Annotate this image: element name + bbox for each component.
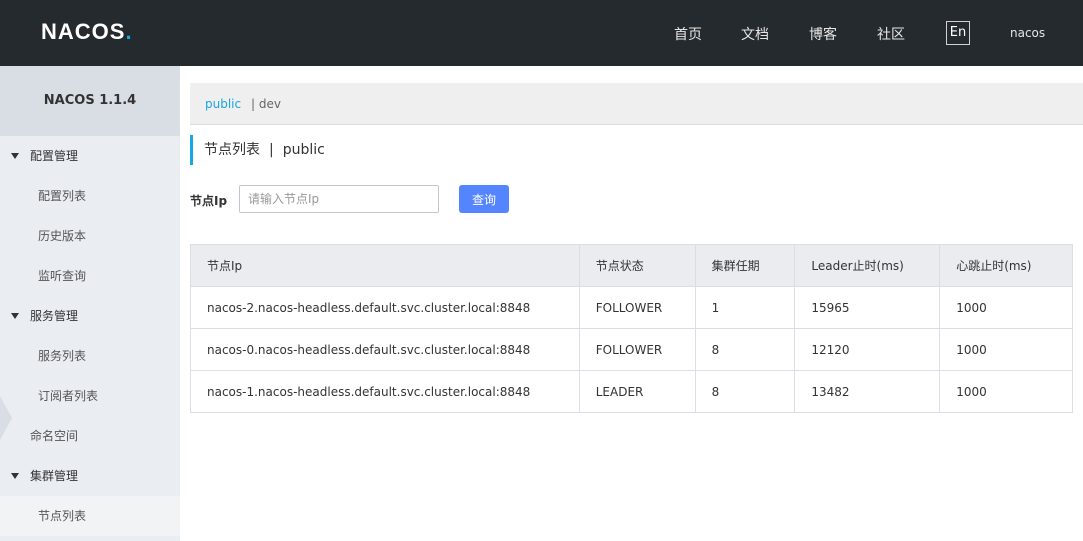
- sidebar-item-label: 命名空间: [30, 429, 79, 443]
- nav-blog[interactable]: 博客: [809, 24, 837, 44]
- node-ip-label: 节点Ip: [190, 194, 228, 208]
- cell-heartbeat-due: 1000: [939, 370, 1073, 413]
- column-header-leader-due: Leader止时(ms): [794, 244, 941, 287]
- cell-node-state: LEADER: [578, 370, 696, 413]
- page-title: 节点列表 | public: [190, 135, 334, 165]
- nav-community[interactable]: 社区: [877, 24, 905, 44]
- column-header-node-ip: 节点Ip: [190, 244, 580, 287]
- sidebar-item-label: 历史版本: [38, 229, 87, 243]
- cell-leader-due: 15965: [794, 286, 941, 329]
- sidebar-item-label: 订阅者列表: [38, 389, 99, 403]
- nav-home[interactable]: 首页: [674, 24, 702, 44]
- sidebar-item-label: 服务列表: [38, 349, 87, 363]
- page-title-namespace: public: [282, 142, 325, 158]
- sidebar-item-service-list[interactable]: 服务列表: [0, 336, 180, 376]
- table-row: nacos-2.nacos-headless.default.svc.clust…: [190, 286, 1073, 329]
- sidebar: NACOS 1.1.4 配置管理 配置列表 历史版本 监听查询 服务管理 服务列…: [0, 66, 180, 541]
- logo-dot: .: [125, 19, 133, 44]
- query-button[interactable]: 查询: [459, 185, 509, 213]
- nav-docs[interactable]: 文档: [741, 24, 769, 44]
- column-header-heartbeat-due: 心跳止时(ms): [939, 244, 1073, 287]
- top-navbar: NACOS. 首页 文档 博客 社区 En nacos: [0, 0, 1083, 66]
- sidebar-item-subscriber-list[interactable]: 订阅者列表: [0, 376, 180, 416]
- node-ip-search-input[interactable]: [239, 185, 439, 213]
- menu-group-label: 服务管理: [30, 309, 79, 323]
- sidebar-item-label: 监听查询: [38, 269, 87, 283]
- column-header-node-state: 节点状态: [578, 244, 696, 287]
- menu-group-config[interactable]: 配置管理: [0, 136, 180, 176]
- table-row: nacos-1.nacos-headless.default.svc.clust…: [190, 370, 1073, 413]
- sidebar-item-config-list[interactable]: 配置列表: [0, 176, 180, 216]
- namespace-bar: public | dev: [190, 83, 1083, 125]
- language-switch-button[interactable]: En: [946, 21, 970, 45]
- cell-heartbeat-due: 1000: [939, 286, 1073, 329]
- sidebar-item-node-list[interactable]: 节点列表: [0, 496, 180, 536]
- namespace-dev[interactable]: | dev: [251, 83, 281, 125]
- namespace-separator: |: [251, 97, 256, 111]
- menu-group-label: 集群管理: [30, 469, 79, 483]
- caret-down-icon: [11, 313, 19, 319]
- table-row: nacos-0.nacos-headless.default.svc.clust…: [190, 328, 1073, 371]
- nacos-logo[interactable]: NACOS.: [41, 19, 133, 45]
- column-header-cluster-term: 集群任期: [694, 244, 796, 287]
- caret-down-icon: [11, 153, 19, 159]
- cell-heartbeat-due: 1000: [939, 328, 1073, 371]
- page-title-text: 节点列表: [204, 142, 260, 158]
- namespace-dev-label: dev: [258, 97, 281, 111]
- cell-node-state: FOLLOWER: [578, 328, 696, 371]
- node-table: 节点Ip 节点状态 集群任期 Leader止时(ms) 心跳止时(ms) nac…: [190, 244, 1073, 413]
- cell-cluster-term: 8: [694, 370, 796, 413]
- menu-group-cluster[interactable]: 集群管理: [0, 456, 180, 496]
- sidebar-item-listen[interactable]: 监听查询: [0, 256, 180, 296]
- cell-leader-due: 12120: [794, 328, 941, 371]
- caret-down-icon: [11, 473, 19, 479]
- namespace-public[interactable]: public: [205, 83, 241, 125]
- cell-node-state: FOLLOWER: [578, 286, 696, 329]
- menu-group-label: 配置管理: [30, 149, 79, 163]
- sidebar-item-history[interactable]: 历史版本: [0, 216, 180, 256]
- cell-node-ip: nacos-2.nacos-headless.default.svc.clust…: [190, 286, 580, 329]
- sidebar-item-label: 配置列表: [38, 189, 87, 203]
- menu-group-service[interactable]: 服务管理: [0, 296, 180, 336]
- sidebar-item-namespace[interactable]: 命名空间: [0, 416, 180, 456]
- sidebar-title: NACOS 1.1.4: [0, 66, 180, 136]
- cell-leader-due: 13482: [794, 370, 941, 413]
- table-header-row: 节点Ip 节点状态 集群任期 Leader止时(ms) 心跳止时(ms): [190, 244, 1073, 287]
- cell-node-ip: nacos-1.nacos-headless.default.svc.clust…: [190, 370, 580, 413]
- page-title-separator: |: [269, 142, 274, 158]
- logo-text: NACOS: [41, 19, 126, 44]
- user-menu[interactable]: nacos: [1010, 26, 1045, 40]
- cell-cluster-term: 1: [694, 286, 796, 329]
- sidebar-item-label: 节点列表: [38, 509, 87, 523]
- cell-node-ip: nacos-0.nacos-headless.default.svc.clust…: [190, 328, 580, 371]
- cell-cluster-term: 8: [694, 328, 796, 371]
